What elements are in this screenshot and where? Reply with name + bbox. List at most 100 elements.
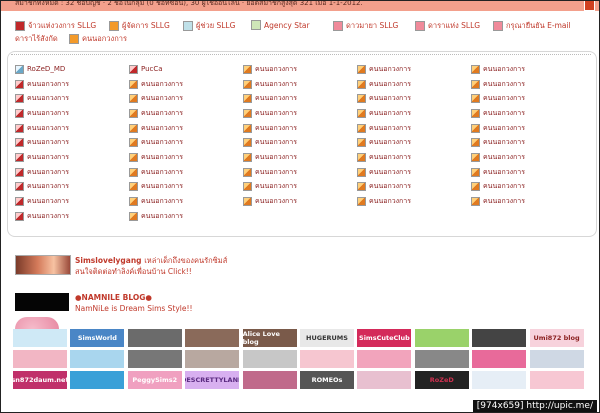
affiliate-banner[interactable] (472, 350, 527, 368)
member-link[interactable]: คนนอกวงการ (357, 121, 411, 136)
member-link[interactable]: คนนอกวงการ (471, 121, 525, 136)
legend-item-manager[interactable]: ผู้จัดการ SLLG (109, 20, 170, 32)
affiliate-banner[interactable] (70, 371, 125, 389)
member-link[interactable]: คนนอกวงการ (243, 180, 297, 195)
affiliate-banner[interactable] (357, 371, 412, 389)
member-link[interactable]: คนนอกวงการ (15, 150, 69, 165)
member-link[interactable]: คนนอกวงการ (15, 209, 69, 224)
member-link[interactable]: คนนอกวงการ (15, 180, 69, 195)
member-link[interactable]: คนนอกวงการ (357, 91, 411, 106)
affiliate-banner[interactable] (127, 329, 182, 347)
affiliate-banner[interactable] (529, 350, 584, 368)
affiliate-banner[interactable] (185, 350, 240, 368)
member-link[interactable]: คนนอกวงการ (243, 106, 297, 121)
member-link[interactable]: คนนอกวงการ (243, 77, 297, 92)
admin-icon (129, 64, 138, 74)
affiliate-banner[interactable] (127, 350, 182, 368)
member-link[interactable]: RoZeD_MD (15, 62, 69, 77)
member-icon (357, 138, 366, 148)
member-link[interactable]: คนนอกวงการ (15, 135, 69, 150)
member-link[interactable]: คนนอกวงการ (357, 135, 411, 150)
member-link[interactable]: คนนอกวงการ (129, 165, 183, 180)
close-icon[interactable] (584, 1, 595, 11)
affiliate-banner[interactable] (529, 371, 584, 389)
member-link[interactable]: คนนอกวงการ (129, 194, 183, 209)
legend-item-agency-star[interactable]: Agency Star (251, 20, 310, 30)
blog-banner-image[interactable] (15, 293, 69, 311)
member-link[interactable]: คนนอกวงการ (471, 165, 525, 180)
legend-item-celebrity[interactable]: ดาราแห่ง SLLG (415, 20, 480, 32)
member-link[interactable]: คนนอกวงการ (471, 135, 525, 150)
member-link[interactable]: คนนอกวงการ (129, 180, 183, 195)
affiliate-banner[interactable] (242, 371, 297, 389)
member-link[interactable]: คนนอกวงการ (471, 62, 525, 77)
member-link[interactable]: คนนอกวงการ (243, 91, 297, 106)
legend-item-freelance[interactable]: ดาราไร้สังกัด (15, 33, 58, 45)
member-link[interactable]: คนนอกวงการ (15, 77, 69, 92)
member-link[interactable]: คนนอกวงการ (357, 106, 411, 121)
member-link[interactable]: คนนอกวงการ (129, 150, 183, 165)
member-icon (471, 197, 480, 207)
legend-item-idol[interactable]: ดาวมายา SLLG (333, 20, 398, 32)
member-link[interactable]: คนนอกวงการ (357, 62, 411, 77)
member-link[interactable]: คนนอกวงการ (357, 165, 411, 180)
affiliate-banner[interactable] (13, 329, 67, 347)
member-link[interactable]: คนนอกวงการ (471, 77, 525, 92)
affiliate-banner[interactable] (13, 350, 67, 368)
affiliate-banner[interactable]: PeggySims2 (127, 371, 182, 389)
member-link[interactable]: คนนอกวงการ (129, 209, 183, 224)
affiliate-banner[interactable] (185, 329, 240, 347)
affiliate-banner[interactable]: Alice Love blog (242, 329, 297, 347)
affiliate-banner[interactable]: ROMEOs (300, 371, 354, 389)
affiliate-banner[interactable] (472, 329, 527, 347)
legend-item-email[interactable]: กรุณายืนยัน E-mail (493, 20, 571, 32)
member-link[interactable]: คนนอกวงการ (15, 121, 69, 136)
affiliate-banner[interactable] (472, 371, 527, 389)
member-link[interactable]: คนนอกวงการ (15, 91, 69, 106)
member-link[interactable]: คนนอกวงการ (471, 106, 525, 121)
member-icon (357, 123, 366, 133)
affiliate-banner[interactable] (242, 350, 297, 368)
affiliate-banner[interactable] (414, 329, 469, 347)
affiliate-banner[interactable]: RoZeD (414, 371, 469, 389)
legend-item-outsider[interactable]: คนนอกวงการ (69, 33, 127, 45)
member-link[interactable]: คนนอกวงการ (129, 106, 183, 121)
affiliate-banner[interactable]: Umi872 blog (529, 329, 584, 347)
member-link[interactable]: คนนอกวงการ (357, 180, 411, 195)
member-link[interactable]: คนนอกวงการ (471, 150, 525, 165)
affiliate-banner[interactable]: SimsCuteClub (357, 329, 412, 347)
member-link[interactable]: คนนอกวงการ (243, 121, 297, 136)
member-link[interactable]: คนนอกวงการ (243, 135, 297, 150)
member-link[interactable]: คนนอกวงการ (129, 135, 183, 150)
member-link[interactable]: คนนอกวงการ (471, 180, 525, 195)
affiliate-banner[interactable]: DESCRETTYLAND (185, 371, 240, 389)
affiliate-banner[interactable]: sn872daum.net (13, 371, 67, 389)
member-link[interactable]: คนนอกวงการ (129, 77, 183, 92)
affiliate-banner[interactable]: HUGERUMS (300, 329, 354, 347)
affiliate-banner[interactable] (357, 350, 412, 368)
affiliate-banner[interactable] (70, 350, 125, 368)
legend-item-admin[interactable]: จ้าวแห่งวงการ SLLG (15, 20, 96, 32)
blog-title[interactable]: ●NAMNILE BLOG● (75, 293, 152, 302)
member-link[interactable]: คนนอกวงการ (243, 62, 297, 77)
member-link[interactable]: PucCa (129, 62, 183, 77)
blog-banner-image[interactable] (15, 255, 71, 275)
affiliate-banner[interactable] (300, 350, 354, 368)
member-link[interactable]: คนนอกวงการ (243, 165, 297, 180)
affiliate-banner[interactable] (414, 350, 469, 368)
legend-item-assistant[interactable]: ผู้ช่วย SLLG (183, 20, 235, 32)
member-link[interactable]: คนนอกวงการ (471, 194, 525, 209)
member-link[interactable]: คนนอกวงการ (471, 91, 525, 106)
member-link[interactable]: คนนอกวงการ (243, 150, 297, 165)
member-link[interactable]: คนนอกวงการ (357, 150, 411, 165)
member-link[interactable]: คนนอกวงการ (15, 165, 69, 180)
member-link[interactable]: คนนอกวงการ (15, 106, 69, 121)
member-link[interactable]: คนนอกวงการ (129, 121, 183, 136)
member-link[interactable]: คนนอกวงการ (15, 194, 69, 209)
member-link[interactable]: คนนอกวงการ (129, 91, 183, 106)
member-icon (15, 182, 24, 192)
affiliate-banner[interactable]: SimsWorld (70, 329, 125, 347)
member-link[interactable]: คนนอกวงการ (357, 194, 411, 209)
member-link[interactable]: คนนอกวงการ (357, 77, 411, 92)
member-link[interactable]: คนนอกวงการ (243, 194, 297, 209)
